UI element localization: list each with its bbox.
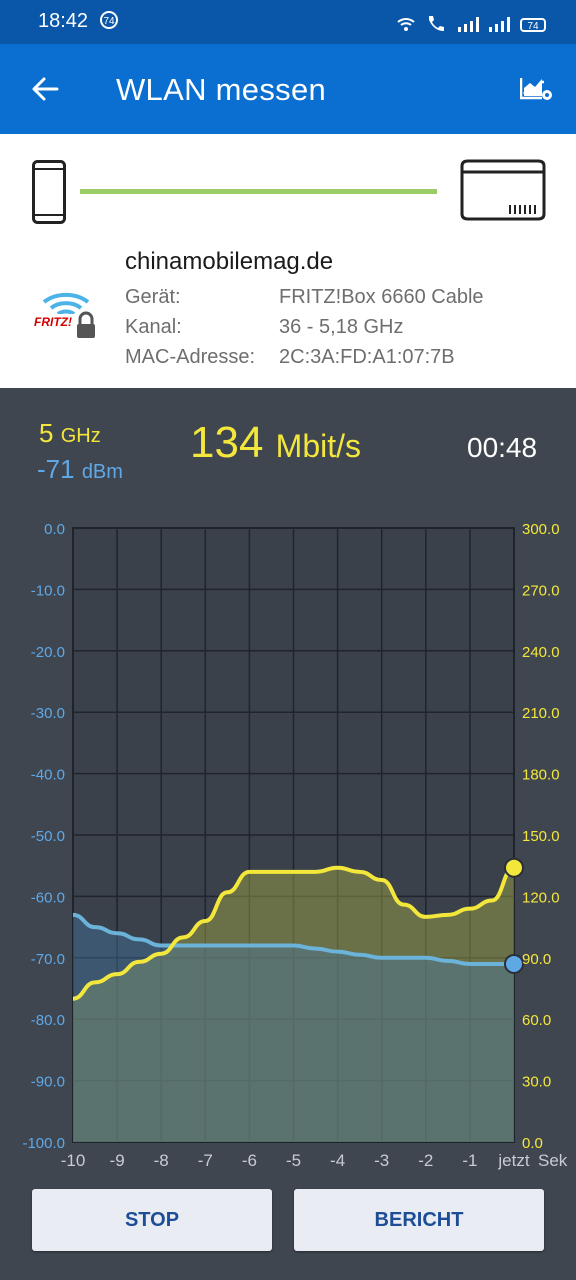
fritz-wifi-lock-icon: FRITZ!: [32, 292, 95, 338]
band-value: 5: [39, 418, 54, 448]
right-axis-tick: 30.0: [522, 1074, 551, 1091]
right-axis-tick: 150.0: [522, 828, 560, 845]
signal-unit: dBm: [81, 461, 123, 483]
device-panel: chinamobilemag.de FRITZ! Gerät: Kanal: M…: [0, 134, 576, 388]
band-readout: 5 GHz: [39, 418, 101, 449]
x-axis-tick: jetzt: [497, 1151, 529, 1170]
speed-readout: 134 Mbit/s: [190, 418, 361, 468]
smartphone-icon: [32, 160, 66, 224]
right-axis-tick: 90.0: [522, 951, 551, 968]
back-arrow-icon[interactable]: [30, 74, 60, 104]
left-axis-tick: -80.0: [31, 1012, 65, 1029]
notification-badge: 74: [100, 11, 118, 29]
signal-icon-2: [489, 16, 510, 32]
left-axis-tick: -40.0: [31, 767, 65, 784]
value-channel: 36 - 5,18 GHz: [279, 316, 404, 338]
signal-speed-chart: 0.0-10.0-20.0-30.0-40.0-50.0-60.0-70.0-8…: [22, 521, 568, 1170]
stop-button[interactable]: STOP: [32, 1189, 272, 1251]
network-name: chinamobilemag.de: [125, 248, 334, 275]
left-axis-tick: -70.0: [31, 951, 65, 968]
left-axis-tick: -30.0: [31, 705, 65, 722]
left-axis-tick: -60.0: [31, 889, 65, 906]
status-bar: 18:42 74 74: [0, 0, 576, 44]
right-axis-tick: 240.0: [522, 644, 560, 661]
label-mac: MAC-Adresse:: [125, 346, 256, 368]
x-axis-tick: -6: [242, 1151, 257, 1170]
x-axis-tick: Sek: [538, 1151, 568, 1170]
app-bar: WLAN messen: [0, 44, 576, 134]
svg-text:FRITZ!: FRITZ!: [34, 315, 72, 329]
x-axis-tick: -10: [61, 1151, 86, 1170]
left-axis-tick: 0.0: [44, 521, 65, 538]
x-axis-tick: -8: [154, 1151, 169, 1170]
info-labels: Gerät: Kanal: MAC-Adresse:: [125, 282, 255, 372]
right-axis-tick: 180.0: [522, 767, 560, 784]
x-axis-tick: -5: [286, 1151, 301, 1170]
value-device: FRITZ!Box 6660 Cable: [279, 286, 484, 308]
signal-readout: -71 dBm: [37, 454, 123, 485]
left-axis-tick: -10.0: [31, 582, 65, 599]
x-axis-tick: -1: [462, 1151, 477, 1170]
right-axis-tick: 300.0: [522, 521, 560, 538]
right-axis-tick: 60.0: [522, 1012, 551, 1029]
x-axis-tick: -9: [110, 1151, 125, 1170]
wifi-icon: [397, 18, 415, 31]
connection-line: [80, 189, 437, 194]
wifi-call-icon: [429, 16, 444, 31]
speed-value: 134: [190, 418, 264, 467]
left-axis-tick: -100.0: [22, 1135, 65, 1152]
value-mac: 2C:3A:FD:A1:07:7B: [279, 346, 455, 368]
left-axis-tick: -90.0: [31, 1074, 65, 1091]
clock: 18:42: [38, 10, 89, 32]
signal-current-point: [504, 953, 524, 974]
x-axis-tick: -4: [330, 1151, 345, 1170]
right-axis-tick: 270.0: [522, 582, 560, 599]
status-icons: 74: [396, 14, 546, 32]
left-axis-tick: -50.0: [31, 828, 65, 845]
x-axis-tick: -3: [374, 1151, 389, 1170]
report-settings-icon[interactable]: [520, 74, 554, 104]
router-icon: [460, 159, 546, 221]
right-axis-tick: 0.0: [522, 1135, 543, 1152]
left-axis-tick: -20.0: [31, 644, 65, 661]
info-values: FRITZ!Box 6660 Cable 36 - 5,18 GHz 2C:3A…: [279, 282, 484, 372]
right-axis-tick: 120.0: [522, 889, 560, 906]
x-axis-tick: -2: [418, 1151, 433, 1170]
signal-icon-1: [458, 16, 479, 32]
x-axis-tick: -7: [198, 1151, 213, 1170]
right-axis-tick: 210.0: [522, 705, 560, 722]
page-title: WLAN messen: [116, 72, 327, 107]
battery-icon: 74: [520, 18, 546, 32]
speed-current-point: [504, 857, 524, 878]
elapsed-time: 00:48: [467, 432, 538, 463]
band-unit: GHz: [60, 425, 101, 447]
label-device: Gerät:: [125, 286, 181, 308]
signal-value: -71: [37, 454, 75, 484]
speed-unit: Mbit/s: [275, 428, 361, 464]
report-button[interactable]: BERICHT: [294, 1189, 544, 1251]
label-channel: Kanal:: [125, 316, 182, 338]
